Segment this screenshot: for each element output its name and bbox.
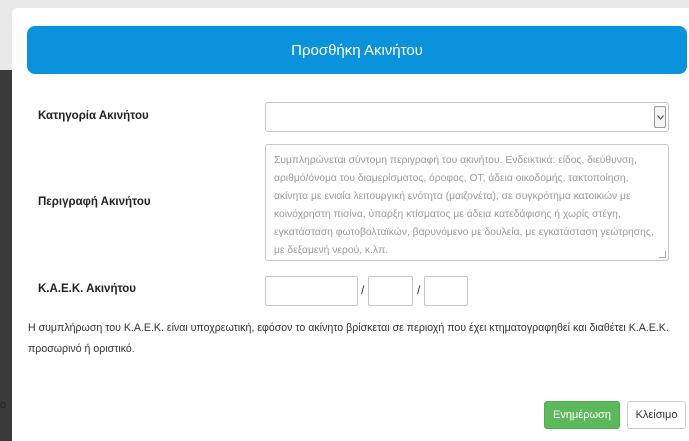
kaek-separator-2: / bbox=[417, 283, 421, 297]
kaek-input-part3[interactable] bbox=[424, 276, 468, 306]
category-select[interactable] bbox=[265, 102, 669, 132]
kaek-label: Κ.Α.Ε.Κ. Ακινήτου bbox=[38, 283, 136, 295]
add-property-modal: Προσθήκη Ακινήτου Κατηγορία Ακινήτου Περ… bbox=[12, 8, 689, 441]
chevron-down-icon[interactable] bbox=[654, 106, 666, 128]
kaek-input-part1[interactable] bbox=[265, 276, 358, 306]
description-placeholder: Συμπληρώνεται σύντομη περιγραφή του ακιν… bbox=[274, 155, 654, 256]
description-textarea[interactable]: Συμπληρώνεται σύντομη περιγραφή του ακιν… bbox=[265, 144, 669, 261]
close-button[interactable]: Κλείσιμο bbox=[627, 401, 686, 429]
kaek-separator-1: / bbox=[361, 283, 365, 297]
resize-handle-icon[interactable] bbox=[659, 251, 666, 258]
background-text: o bbox=[0, 399, 7, 411]
update-button[interactable]: Ενημέρωση bbox=[544, 401, 620, 429]
modal-header: Προσθήκη Ακινήτου bbox=[27, 26, 687, 74]
modal-title: Προσθήκη Ακινήτου bbox=[291, 41, 423, 59]
category-label: Κατηγορία Ακινήτου bbox=[38, 110, 149, 122]
kaek-help-text: Η συμπλήρωση του Κ.Α.Ε.Κ. είναι υποχρεωτ… bbox=[28, 322, 669, 355]
kaek-input-part2[interactable] bbox=[368, 276, 413, 306]
description-label: Περιγραφή Ακινήτου bbox=[38, 196, 151, 208]
